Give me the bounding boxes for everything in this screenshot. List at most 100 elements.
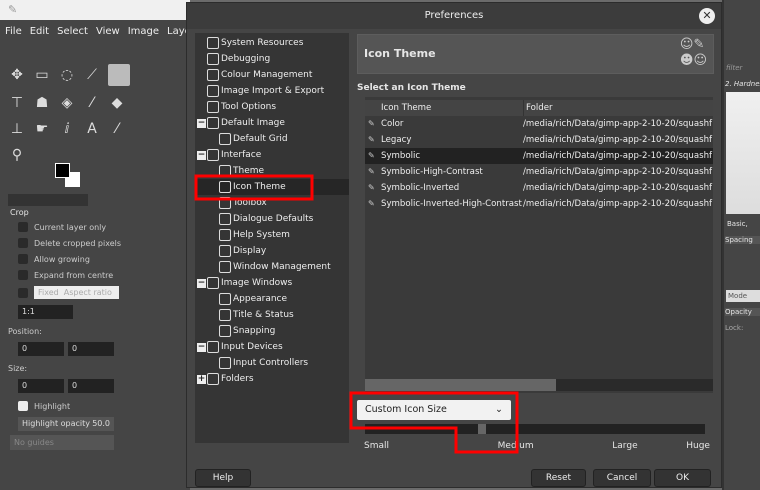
tree-item-toolbox[interactable]: Toolbox bbox=[219, 195, 267, 211]
size-w-input[interactable]: 0 bbox=[18, 379, 64, 393]
tree-item-default-image[interactable]: Default Image bbox=[207, 115, 285, 131]
page-icon bbox=[207, 277, 219, 289]
size-h-input[interactable]: 0 bbox=[68, 379, 114, 393]
table-row[interactable]: ✎ Symbolic-Inverted/media/rich/Data/gimp-… bbox=[365, 180, 713, 196]
tree-item-icon-theme[interactable]: Icon Theme bbox=[219, 179, 286, 195]
tick-huge: Huge bbox=[686, 441, 710, 451]
table-row[interactable]: ✎ Symbolic-High-Contrast/media/rich/Data/… bbox=[365, 164, 713, 180]
crop-tool-icon[interactable] bbox=[108, 64, 130, 86]
fixed-label: Fixed bbox=[38, 288, 59, 297]
bucket-fill-tool-icon[interactable]: ◈ bbox=[58, 94, 76, 112]
tree-item-label: Image Windows bbox=[221, 278, 293, 288]
tree-item-window-management[interactable]: Window Management bbox=[219, 259, 331, 275]
option-highlight[interactable]: Highlight bbox=[18, 401, 128, 411]
move-tool-icon[interactable]: ✥ bbox=[8, 66, 26, 84]
table-header: Icon Theme Folder bbox=[365, 100, 713, 116]
tree-item-debugging[interactable]: Debugging bbox=[207, 51, 270, 67]
rect-select-tool-icon[interactable]: ▭ bbox=[33, 66, 51, 84]
horizontal-scrollbar[interactable] bbox=[365, 379, 713, 391]
tree-item-display[interactable]: Display bbox=[219, 243, 266, 259]
slider-thumb[interactable] bbox=[477, 424, 486, 434]
warp-tool-icon[interactable]: ☗ bbox=[33, 94, 51, 112]
option-allow-growing[interactable]: Allow growing bbox=[18, 254, 128, 264]
theme-name: Symbolic-High-Contrast bbox=[381, 167, 483, 177]
tick-large: Large bbox=[612, 441, 638, 451]
table-row[interactable]: ✎ Color/media/rich/Data/gimp-app-2-10-20/… bbox=[365, 116, 713, 132]
collapse-icon[interactable]: − bbox=[197, 151, 206, 160]
tree-item-theme[interactable]: Theme bbox=[219, 163, 264, 179]
fixed-aspect-select[interactable]: Fixed Aspect ratio bbox=[34, 286, 119, 299]
ok-button[interactable]: OK bbox=[654, 469, 711, 487]
expand-icon[interactable]: + bbox=[197, 375, 206, 384]
option-delete-cropped[interactable]: Delete cropped pixels bbox=[18, 238, 128, 248]
tree-item-colour-management[interactable]: Colour Management bbox=[207, 67, 312, 83]
table-row[interactable]: ✎ Legacy/media/rich/Data/gimp-app-2-10-20… bbox=[365, 132, 713, 148]
column-folder[interactable]: Folder bbox=[523, 100, 553, 116]
brush-preview[interactable] bbox=[726, 92, 760, 214]
clone-tool-icon[interactable]: ⊥ bbox=[8, 120, 26, 138]
tree-item-interface[interactable]: Interface bbox=[207, 147, 261, 163]
theme-folder: /media/rich/Data/gimp-app-2-10-20/squash… bbox=[523, 199, 713, 209]
menu-view[interactable]: View bbox=[96, 26, 120, 37]
text-tool-icon[interactable]: A bbox=[83, 120, 101, 138]
icon-size-dropdown[interactable]: Custom Icon Size ⌄ bbox=[357, 400, 511, 420]
gimp-main-window: ✎ File Edit Select View Image Layer ✥ ▭ … bbox=[0, 0, 195, 490]
option-expand-from-centre[interactable]: Expand from centre bbox=[18, 270, 128, 280]
tree-item-label: Dialogue Defaults bbox=[233, 214, 314, 224]
mode-select[interactable]: Mode bbox=[726, 290, 760, 302]
color-picker-tool-icon[interactable]: ⁄ bbox=[108, 120, 126, 138]
fuzzy-select-tool-icon[interactable]: ⟋ bbox=[83, 66, 101, 84]
tree-item-input-devices[interactable]: Input Devices bbox=[207, 339, 283, 355]
smudge-tool-icon[interactable]: ☛ bbox=[33, 120, 51, 138]
transform-tool-icon[interactable]: ⊤ bbox=[8, 94, 26, 112]
scrollbar-thumb[interactable] bbox=[365, 379, 556, 391]
opacity-slider[interactable]: Opacity bbox=[725, 308, 760, 316]
page-icon bbox=[219, 245, 231, 257]
tree-item-default-grid[interactable]: Default Grid bbox=[219, 131, 288, 147]
tree-item-dialogue-defaults[interactable]: Dialogue Defaults bbox=[219, 211, 313, 227]
spacing-slider[interactable]: Spacing bbox=[725, 236, 760, 244]
collapse-icon[interactable]: − bbox=[197, 279, 206, 288]
tree-item-image-windows[interactable]: Image Windows bbox=[207, 275, 292, 291]
tree-item-folders[interactable]: Folders bbox=[207, 371, 254, 387]
option-fixed-aspect[interactable]: Fixed Aspect ratio bbox=[18, 286, 128, 299]
menu-select[interactable]: Select bbox=[57, 26, 88, 37]
tree-item-system-resources[interactable]: System Resources bbox=[207, 35, 303, 51]
brush-name: 2. Hardness bbox=[725, 80, 760, 88]
collapse-icon[interactable]: − bbox=[197, 119, 206, 128]
fg-color-swatch[interactable] bbox=[55, 163, 70, 178]
menu-file[interactable]: File bbox=[5, 26, 22, 37]
position-x-input[interactable]: 0 bbox=[18, 342, 64, 356]
tree-item-label: Colour Management bbox=[221, 70, 313, 80]
tree-item-label: Appearance bbox=[233, 294, 288, 304]
eraser-tool-icon[interactable]: ◆ bbox=[108, 94, 126, 112]
option-current-layer-only[interactable]: Current layer only bbox=[18, 222, 128, 232]
guides-select[interactable]: No guides bbox=[10, 435, 114, 450]
tree-item-input-controllers[interactable]: Input Controllers bbox=[219, 355, 308, 371]
menu-edit[interactable]: Edit bbox=[30, 26, 49, 37]
collapse-icon[interactable]: − bbox=[197, 343, 206, 352]
close-button[interactable]: ✕ bbox=[699, 8, 715, 24]
zoom-tool-icon[interactable]: ⚲ bbox=[8, 146, 26, 164]
lasso-tool-icon[interactable]: ◌ bbox=[58, 66, 76, 84]
highlight-opacity-slider[interactable]: Highlight opacity 50.0 bbox=[18, 417, 114, 431]
brush-filter-input[interactable]: filter bbox=[726, 64, 760, 72]
cancel-button[interactable]: Cancel bbox=[593, 469, 651, 487]
ratio-input[interactable]: 1:1 bbox=[18, 305, 73, 319]
icon-size-slider[interactable] bbox=[365, 424, 705, 434]
table-row[interactable]: ✎ Symbolic/media/rich/Data/gimp-app-2-10-… bbox=[365, 148, 713, 164]
tree-item-title-status[interactable]: Title & Status bbox=[219, 307, 294, 323]
reset-button[interactable]: Reset bbox=[531, 469, 586, 487]
help-button[interactable]: Help bbox=[195, 469, 251, 487]
tree-item-help-system[interactable]: Help System bbox=[219, 227, 290, 243]
table-row[interactable]: ✎ Symbolic-Inverted-High-Contrast/media/r… bbox=[365, 196, 713, 212]
column-icon-theme[interactable]: Icon Theme bbox=[381, 100, 431, 116]
position-y-input[interactable]: 0 bbox=[68, 342, 114, 356]
menu-image[interactable]: Image bbox=[128, 26, 159, 37]
paintbrush-tool-icon[interactable]: ⁄ bbox=[83, 94, 101, 112]
tree-item-snapping[interactable]: Snapping bbox=[219, 323, 275, 339]
tree-item-image-import-export[interactable]: Image Import & Export bbox=[207, 83, 324, 99]
tree-item-appearance[interactable]: Appearance bbox=[219, 291, 287, 307]
paths-tool-icon[interactable]: ⅈ bbox=[58, 120, 76, 138]
tree-item-tool-options[interactable]: Tool Options bbox=[207, 99, 276, 115]
